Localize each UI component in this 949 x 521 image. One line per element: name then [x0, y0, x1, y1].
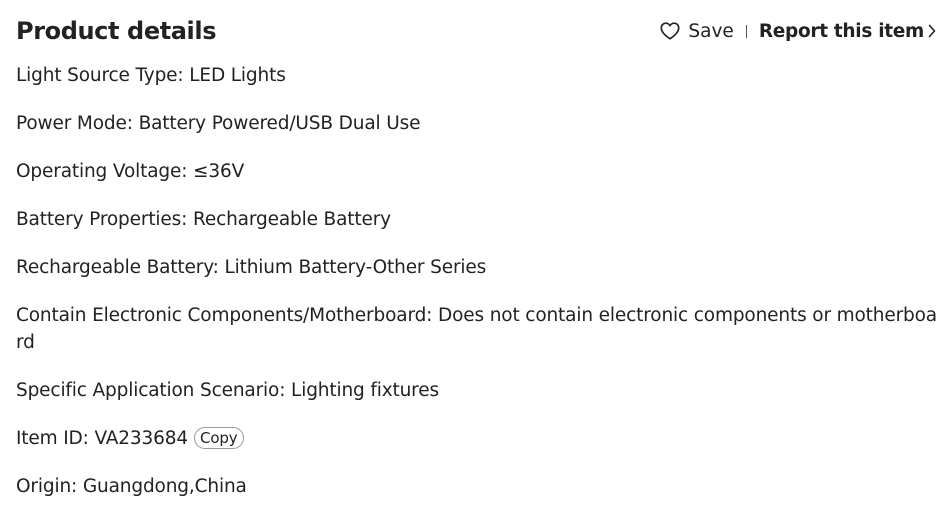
- detail-row-electronic-components: Contain Electronic Components/Motherboar…: [16, 305, 937, 353]
- detail-row-application-scenario: Specific Application Scenario: Lighting …: [16, 380, 439, 401]
- header-actions: Save Report this item: [659, 14, 937, 48]
- detail-row-rechargeable-battery: Rechargeable Battery: Lithium Battery-Ot…: [16, 257, 487, 278]
- detail-value: Guangdong,China: [82, 476, 247, 497]
- detail-value: Lighting fixtures: [291, 380, 439, 401]
- detail-key: Item ID: [16, 428, 83, 449]
- detail-row-power-mode: Power Mode: Battery Powered/USB Dual Use: [16, 113, 421, 134]
- product-details-list: Light Source Type: LED Lights Power Mode…: [16, 62, 938, 521]
- detail-row-operating-voltage: Operating Voltage: ≤36V: [16, 161, 245, 182]
- detail-key: Power Mode: [16, 113, 127, 134]
- detail-key: Light Source Type: [16, 65, 178, 86]
- copy-item-id-button[interactable]: Copy: [194, 427, 244, 449]
- save-label: Save: [688, 20, 734, 42]
- detail-key: Operating Voltage: [16, 161, 182, 182]
- detail-key: Specific Application Scenario: [16, 380, 280, 401]
- section-title: Product details: [16, 17, 217, 45]
- detail-value: LED Lights: [189, 65, 286, 86]
- chevron-right-icon: [927, 23, 937, 39]
- heart-outline-icon: [659, 20, 681, 42]
- detail-value: ≤36V: [193, 161, 245, 182]
- detail-row-battery-properties: Battery Properties: Rechargeable Battery: [16, 209, 391, 230]
- detail-row-item-id: Item ID: VA233684 Copy: [16, 425, 938, 452]
- detail-row-light-source-type: Light Source Type: LED Lights: [16, 65, 286, 86]
- report-label: Report this item: [758, 20, 924, 42]
- detail-key: Rechargeable Battery: [16, 257, 213, 278]
- action-divider: [745, 24, 747, 38]
- detail-row-origin: Origin: Guangdong,China: [16, 476, 247, 497]
- report-item-link[interactable]: Report this item: [759, 21, 937, 42]
- detail-value: Rechargeable Battery: [192, 209, 391, 230]
- detail-key: Origin: [16, 476, 72, 497]
- detail-key: Battery Properties: [16, 209, 182, 230]
- detail-key: Contain Electronic Components/Motherboar…: [16, 305, 427, 326]
- item-id-value: VA233684: [94, 428, 189, 449]
- detail-value: Lithium Battery-Other Series: [224, 257, 487, 278]
- save-button[interactable]: Save: [659, 20, 734, 42]
- product-details-header: Product details Save Report this item: [16, 14, 937, 48]
- detail-value: Battery Powered/USB Dual Use: [138, 113, 421, 134]
